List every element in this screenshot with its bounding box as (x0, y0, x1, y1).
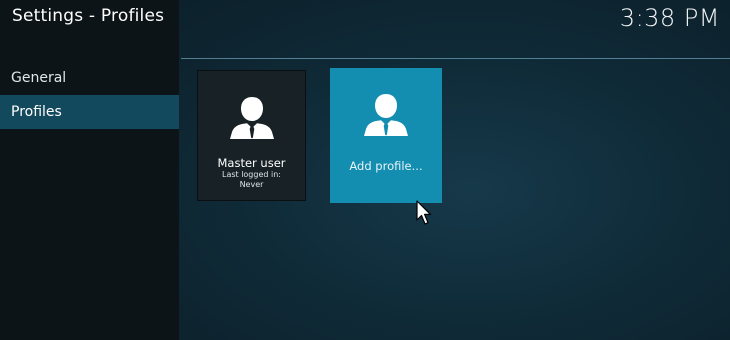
sidebar-item-general[interactable]: General (0, 61, 179, 95)
kodi-settings-screen: Settings - Profiles General Profiles 3:3… (0, 0, 730, 340)
add-profile-label: Add profile... (349, 159, 423, 173)
sidebar-item-profiles[interactable]: Profiles (0, 95, 179, 129)
last-logged-label: Last logged in: (221, 170, 281, 179)
mouse-cursor-icon (416, 200, 432, 225)
last-logged-value: Never (239, 180, 264, 189)
clock: 3:38 PM (619, 4, 720, 32)
user-silhouette-icon (364, 94, 408, 136)
page-title: Settings - Profiles (12, 6, 165, 26)
profile-tile-master-user[interactable]: Master user Last logged in: Never (198, 71, 305, 200)
sidebar-item-label: General (11, 70, 67, 86)
sidebar-item-label: Profiles (11, 104, 62, 120)
sidebar-menu: General Profiles (0, 61, 179, 129)
user-silhouette-icon (229, 97, 274, 139)
sidebar: Settings - Profiles General Profiles (0, 0, 179, 340)
add-profile-button[interactable]: Add profile... (330, 68, 442, 203)
profile-name: Master user (217, 156, 286, 170)
header-divider (181, 58, 730, 59)
